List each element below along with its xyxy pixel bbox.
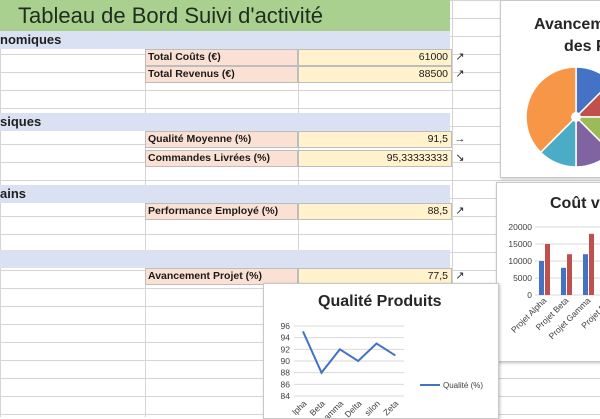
line-ytick-label: 88 bbox=[281, 368, 291, 378]
line-xtick-label: amma bbox=[321, 398, 345, 418]
bar-mark bbox=[561, 267, 566, 295]
kpi-value-quality[interactable]: 91,5 bbox=[298, 131, 452, 148]
kpi-value-total-revenue[interactable]: 88500 bbox=[298, 66, 452, 83]
bar-ytick-label: 15000 bbox=[508, 239, 532, 249]
line-chart[interactable]: Qualité Produits 96 94 92 90 88 86 84 lpha Beta… bbox=[263, 283, 499, 419]
bar-ytick-label: 10000 bbox=[508, 256, 532, 266]
line-ytick-label: 86 bbox=[281, 379, 291, 389]
pie-chart-svg bbox=[525, 66, 600, 168]
bar-ytick-label: 0 bbox=[527, 290, 532, 300]
pie-chart[interactable]: Avancem des P bbox=[500, 0, 600, 178]
line-ytick-label: 92 bbox=[281, 344, 291, 354]
bar-chart[interactable]: Coût v 20000 15000 10000 5000 0 Projet Alpha… bbox=[496, 182, 600, 362]
line-xtick-label: silon bbox=[362, 398, 382, 418]
bar-ytick-label: 20000 bbox=[508, 222, 532, 232]
trend-arrow-icon: ↗ bbox=[455, 68, 465, 80]
line-point bbox=[357, 360, 359, 362]
kpi-value-total-costs[interactable]: 61000 bbox=[298, 49, 452, 66]
section-header-projects bbox=[0, 250, 450, 268]
section-header-economic: nomiques bbox=[0, 31, 450, 49]
bar-chart-svg: 20000150001000050000 Projet AlphaProjet … bbox=[508, 222, 600, 341]
kpi-label-employee-performance[interactable]: Performance Employé (%) bbox=[145, 203, 298, 220]
line-ytick-label: 94 bbox=[281, 333, 291, 343]
kpi-value-employee-performance[interactable]: 88,5 bbox=[298, 203, 452, 220]
line-xtick-label: lpha bbox=[290, 398, 309, 417]
section-header-physical: siques bbox=[0, 113, 450, 131]
line-chart-svg: 96949290888684 lphaBetaammaDeltasilon Zet… bbox=[281, 321, 484, 418]
line-point bbox=[339, 348, 341, 351]
section-header-human: ains bbox=[0, 185, 450, 203]
trend-arrow-icon: → bbox=[454, 133, 466, 145]
trend-arrow-icon: ↘ bbox=[455, 152, 465, 164]
bar-mark bbox=[583, 254, 588, 295]
trend-arrow-icon: ↗ bbox=[455, 51, 465, 63]
bar-mark bbox=[589, 233, 594, 295]
kpi-label-orders-delivered[interactable]: Commandes Livrées (%) bbox=[145, 150, 298, 167]
pie-center-hole bbox=[571, 112, 581, 122]
line-ytick-label: 96 bbox=[281, 321, 291, 331]
dashboard-title: Tableau de Bord Suivi d'activité bbox=[0, 0, 450, 31]
bar-mark bbox=[545, 244, 550, 295]
line-ytick-label: 90 bbox=[281, 356, 291, 366]
kpi-label-total-costs[interactable]: Total Coûts (€) bbox=[145, 49, 298, 66]
line-point bbox=[320, 371, 323, 374]
kpi-label-quality[interactable]: Qualité Moyenne (%) bbox=[145, 131, 298, 148]
line-ytick-label: 84 bbox=[281, 391, 291, 401]
trend-arrow-icon: ↗ bbox=[455, 205, 465, 217]
bar-mark bbox=[539, 261, 544, 295]
line-xtick-label: Zeta bbox=[381, 398, 400, 417]
kpi-label-total-revenue[interactable]: Total Revenus (€) bbox=[145, 66, 298, 83]
line-point bbox=[375, 342, 378, 345]
line-point bbox=[302, 331, 304, 333]
bar-ytick-label: 5000 bbox=[513, 273, 532, 283]
line-xtick-label: Delta bbox=[342, 398, 363, 418]
line-point bbox=[394, 354, 396, 356]
bar-mark bbox=[567, 254, 572, 295]
kpi-value-orders-delivered[interactable]: 95,33333333 bbox=[298, 150, 452, 167]
legend-label: Qualité (%) bbox=[443, 381, 483, 390]
